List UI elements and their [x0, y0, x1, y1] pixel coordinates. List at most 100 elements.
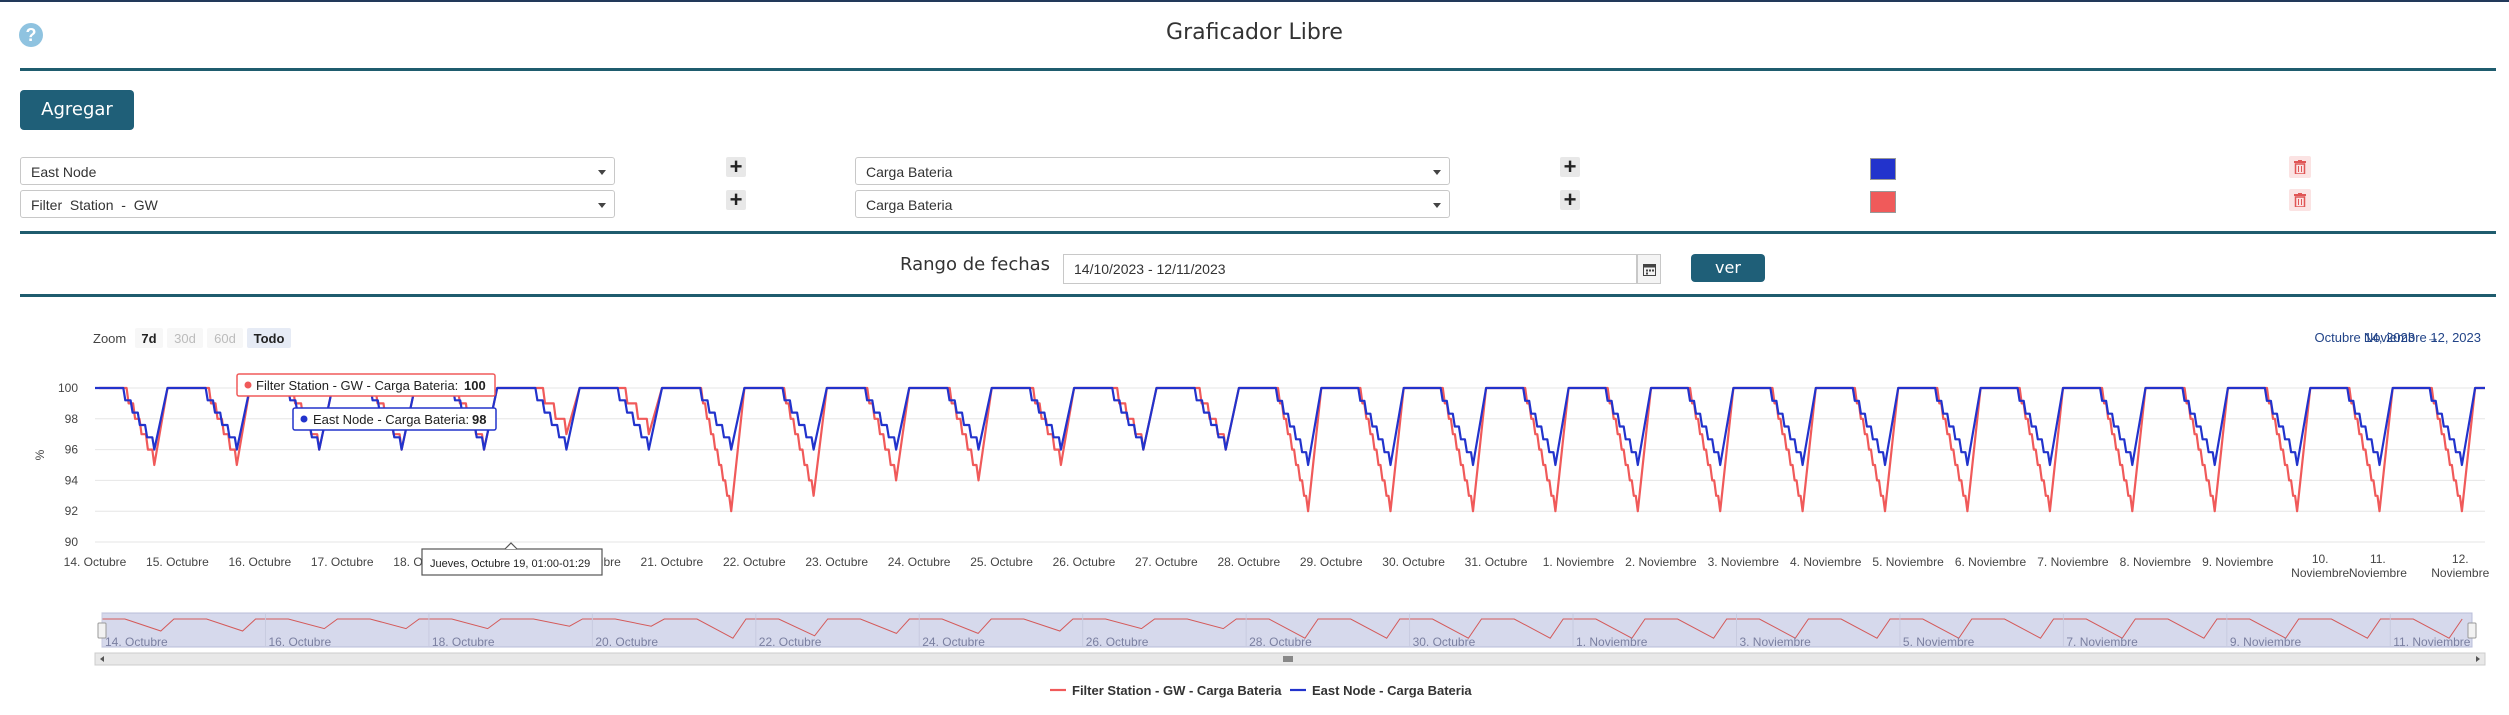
x-tick-label: 6. Noviembre	[1955, 555, 2027, 569]
x-tick-label: 30. Octubre	[1382, 555, 1445, 569]
y-tick-label: 96	[65, 443, 79, 457]
y-tick-label: 90	[65, 535, 79, 549]
x-tick-label: 26. Octubre	[1053, 555, 1116, 569]
view-button[interactable]: ver	[1691, 254, 1765, 282]
navigator-left-handle[interactable]	[97, 622, 107, 639]
x-tick-label: 27. Octubre	[1135, 555, 1198, 569]
x-tick-label: 12.	[2452, 552, 2469, 566]
device-select-value: East Node	[31, 164, 97, 180]
zoom-label: Zoom	[93, 331, 126, 346]
x-tick-label: 11.	[2370, 552, 2386, 566]
chevron-down-icon	[1433, 203, 1441, 208]
navigator-right-handle[interactable]	[2467, 622, 2477, 639]
x-tick-label: 7. Noviembre	[2037, 555, 2109, 569]
battery-charge-chart[interactable]: Zoom 7d 30d 60d Todo Octubre 14, 2023 → Novi…	[0, 295, 2509, 715]
chevron-down-icon	[1433, 170, 1441, 175]
tooltip-filter-value: 100	[464, 378, 486, 393]
range-to-text: Noviembre 12, 2023	[2364, 330, 2481, 345]
zoom-option-label: Todo	[254, 331, 285, 346]
navigator-tick-label: 26. Octubre	[1086, 635, 1149, 649]
navigator-tick-label: 11. Noviembre	[2393, 635, 2470, 649]
navigator-tick-label: 3. Noviembre	[1739, 635, 1811, 649]
color-swatch-2[interactable]	[1870, 191, 1896, 213]
x-tick-label: 25. Octubre	[970, 555, 1033, 569]
navigator-tick-label: 16. Octubre	[268, 635, 331, 649]
zoom-option-label: 7d	[141, 331, 156, 346]
tooltip-east-dot	[300, 415, 308, 423]
x-tick-label: 29. Octubre	[1300, 555, 1363, 569]
divider	[20, 68, 2496, 71]
date-range-label: Rango de fechas	[900, 254, 1051, 275]
add-device-button[interactable]: +	[726, 189, 746, 211]
device-select-2[interactable]: Filter Station - GW	[20, 190, 615, 218]
y-tick-label: 98	[65, 412, 79, 426]
trash-icon	[2294, 160, 2306, 174]
add-variable-button[interactable]: +	[1560, 189, 1580, 211]
y-tick-label: 92	[65, 504, 79, 518]
tooltip-filter-dot	[244, 381, 252, 389]
x-tick-label: 17. Octubre	[311, 555, 374, 569]
navigator-tick-label: 14. Octubre	[105, 635, 168, 649]
x-tick-label: 5. Noviembre	[1872, 555, 1944, 569]
tooltip-date-pointer	[504, 542, 518, 550]
delete-row-button[interactable]	[2289, 156, 2311, 178]
navigator-tick-label: 5. Noviembre	[1903, 635, 1975, 649]
top-border	[0, 0, 2509, 2]
variable-select-value: Carga Bateria	[866, 164, 953, 180]
trash-icon	[2294, 193, 2306, 207]
navigator-tick-label: 30. Octubre	[1413, 635, 1476, 649]
x-tick-label: 4. Noviembre	[1790, 555, 1862, 569]
y-tick-label: 100	[58, 381, 78, 395]
navigator-tick-label: 9. Noviembre	[2230, 635, 2302, 649]
variable-select-value: Carga Bateria	[866, 197, 953, 213]
x-tick-label: 10.	[2312, 552, 2329, 566]
x-tick-label: 22. Octubre	[723, 555, 786, 569]
x-tick-label-2: Noviembre	[2291, 566, 2349, 580]
navigator-tick-label: 22. Octubre	[759, 635, 822, 649]
x-tick-label: 24. Octubre	[888, 555, 951, 569]
x-tick-label: 3. Noviembre	[1708, 555, 1780, 569]
delete-row-button[interactable]	[2289, 189, 2311, 211]
x-tick-label: 23. Octubre	[805, 555, 868, 569]
device-select-1[interactable]: East Node	[20, 157, 615, 185]
tooltip-date-text: Jueves, Octubre 19, 01:00-01:29	[430, 558, 590, 570]
x-tick-label: 14. Octubre	[64, 555, 127, 569]
x-tick-label: 15. Octubre	[146, 555, 209, 569]
chevron-down-icon	[598, 203, 606, 208]
x-tick-label: 28. Octubre	[1217, 555, 1280, 569]
tooltip-east-label: East Node - Carga Bateria:	[313, 412, 469, 427]
zoom-option-label: 30d	[174, 331, 196, 346]
legend-item[interactable]: East Node - Carga Bateria	[1312, 683, 1472, 698]
x-tick-label-2: Noviembre	[2431, 566, 2489, 580]
x-tick-label: 1. Noviembre	[1543, 555, 1615, 569]
y-axis-label: %	[33, 449, 47, 460]
navigator-tick-label: 18. Octubre	[432, 635, 495, 649]
add-variable-button[interactable]: +	[1560, 156, 1580, 178]
tooltip-east-value: 98	[472, 412, 486, 427]
tooltip-filter-label: Filter Station - GW - Carga Bateria:	[256, 378, 458, 393]
divider	[20, 231, 2496, 234]
navigator-tick-label: 7. Noviembre	[2066, 635, 2138, 649]
variable-select-2[interactable]: Carga Bateria	[855, 190, 1450, 218]
chevron-down-icon	[598, 170, 606, 175]
variable-select-1[interactable]: Carga Bateria	[855, 157, 1450, 185]
navigator-tick-label: 28. Octubre	[1249, 635, 1312, 649]
navigator-tick-label: 24. Octubre	[922, 635, 985, 649]
add-device-button[interactable]: +	[726, 156, 746, 178]
x-tick-label: 9. Noviembre	[2202, 555, 2274, 569]
x-tick-label-2: Noviembre	[2349, 566, 2407, 580]
x-tick-label: 31. Octubre	[1465, 555, 1528, 569]
device-select-value: Filter Station - GW	[31, 197, 158, 213]
calendar-button[interactable]	[1637, 254, 1661, 284]
color-swatch-1[interactable]	[1870, 158, 1896, 180]
navigator-tick-label: 1. Noviembre	[1576, 635, 1648, 649]
x-tick-label: 2. Noviembre	[1625, 555, 1697, 569]
scroll-grip-icon	[1283, 656, 1293, 662]
date-range-input[interactable]: 14/10/2023 - 12/11/2023	[1063, 254, 1637, 284]
page-title: Graficador Libre	[1166, 20, 1343, 45]
x-tick-label: 8. Noviembre	[2120, 555, 2192, 569]
navigator-tick-label: 20. Octubre	[595, 635, 658, 649]
x-tick-label: 21. Octubre	[641, 555, 704, 569]
legend-item[interactable]: Filter Station - GW - Carga Bateria	[1072, 683, 1282, 698]
add-button[interactable]: Agregar	[20, 90, 134, 130]
